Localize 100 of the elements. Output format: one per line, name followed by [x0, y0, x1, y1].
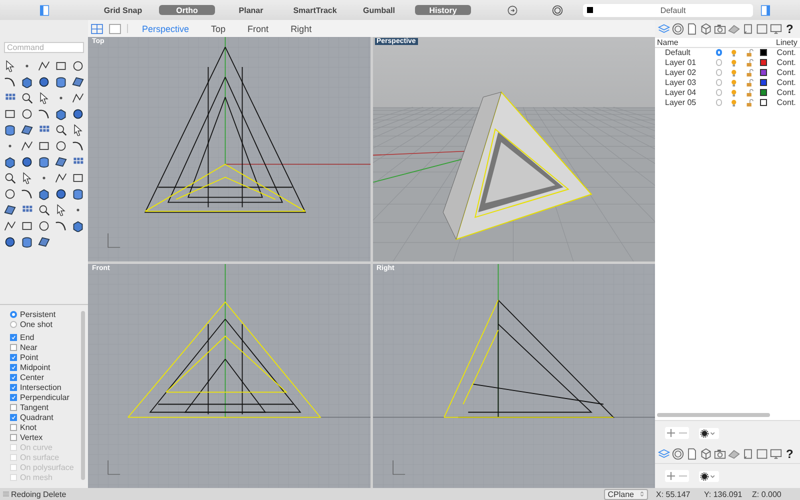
snap-mode-radio[interactable]: Persistent [10, 309, 81, 319]
gear-menu-icon[interactable] [699, 428, 719, 439]
layer-name[interactable]: Default [655, 48, 708, 58]
surface-icon[interactable] [4, 204, 16, 216]
polyline-icon[interactable] [72, 92, 84, 104]
four-viewports-icon[interactable] [91, 24, 103, 34]
single-viewport-icon[interactable] [109, 24, 121, 34]
document-icon[interactable] [686, 22, 698, 35]
current-layer-radio[interactable] [716, 69, 722, 76]
padlock-icon[interactable] [746, 88, 754, 97]
checkbox[interactable] [10, 344, 17, 350]
layers-icon[interactable] [658, 448, 670, 460]
layer-name[interactable]: Layer 02 [655, 68, 708, 78]
layer-color-swatch[interactable] [760, 59, 767, 66]
checkbox[interactable] [10, 404, 17, 410]
light-bulb-icon[interactable] [730, 58, 738, 67]
cplane-dropdown[interactable]: CPlane [604, 488, 648, 500]
checkbox[interactable] [10, 364, 17, 370]
checkbox[interactable] [10, 414, 17, 420]
light-bulb-icon[interactable] [730, 48, 738, 57]
light-bulb-icon[interactable] [730, 68, 738, 77]
circle-icon[interactable] [4, 188, 16, 200]
circle-icon[interactable] [72, 60, 84, 72]
square-icon[interactable] [756, 22, 768, 35]
sphere-icon[interactable] [4, 236, 16, 248]
pointer-icon[interactable] [21, 172, 33, 184]
padlock-icon[interactable] [746, 48, 754, 57]
box-icon[interactable] [72, 220, 84, 232]
monitor-icon[interactable] [770, 22, 782, 35]
rectangle-icon[interactable] [38, 140, 50, 152]
current-layer-radio[interactable] [716, 59, 722, 66]
column-header[interactable]: Linety [776, 38, 800, 47]
command-field[interactable]: Command [4, 42, 84, 53]
checkbox[interactable] [10, 384, 17, 390]
layer-color-swatch[interactable] [760, 79, 767, 86]
document-icon[interactable] [686, 448, 698, 460]
polyline-icon[interactable] [38, 60, 50, 72]
padlock-icon[interactable] [746, 58, 754, 67]
box-icon[interactable] [4, 156, 16, 168]
cube-icon[interactable] [700, 448, 712, 460]
linetype-label[interactable]: Cont. [776, 68, 800, 78]
curve-icon[interactable] [55, 220, 67, 232]
checkbox[interactable] [10, 334, 17, 340]
gear-menu-icon[interactable] [699, 470, 719, 482]
concentric-circles-icon[interactable] [672, 448, 684, 460]
circle-icon[interactable] [55, 140, 67, 152]
viewport-tab[interactable]: Right [282, 24, 320, 34]
surface-icon[interactable] [38, 236, 50, 248]
texture-icon[interactable] [728, 448, 740, 460]
curve-icon[interactable] [38, 108, 50, 120]
polyline-icon[interactable] [21, 140, 33, 152]
linetype-label[interactable]: Cont. [776, 98, 800, 108]
monitor-icon[interactable] [770, 448, 782, 460]
rectangle-icon[interactable] [21, 220, 33, 232]
checkbox[interactable] [10, 394, 17, 400]
checkbox[interactable] [10, 354, 17, 360]
surface-icon[interactable] [72, 76, 84, 88]
current-layer-radio[interactable] [716, 79, 722, 86]
circle-icon[interactable] [21, 108, 33, 120]
toolbar-toggle[interactable]: Planar [223, 5, 279, 15]
up-down-arrows-icon[interactable] [640, 491, 644, 497]
sphere-icon[interactable] [72, 108, 84, 120]
layer-name[interactable]: Layer 05 [655, 98, 708, 108]
polyline-icon[interactable] [55, 172, 67, 184]
curve-icon[interactable] [21, 188, 33, 200]
scrollbar[interactable] [657, 413, 770, 418]
sphere-icon[interactable] [55, 188, 67, 200]
circle-target-icon[interactable] [552, 4, 563, 16]
pointer-icon[interactable] [38, 92, 50, 104]
radio-button[interactable] [10, 310, 17, 318]
sidebar-toggle-icon[interactable] [40, 4, 49, 16]
layer-color-swatch[interactable] [760, 49, 767, 56]
sphere-icon[interactable] [38, 76, 50, 88]
linetype-label[interactable]: Cont. [776, 48, 800, 58]
checkbox[interactable] [10, 374, 17, 380]
camera-icon[interactable] [714, 22, 726, 35]
rectangle-icon[interactable] [55, 60, 67, 72]
cylinder-icon[interactable] [21, 236, 33, 248]
pointer-icon[interactable] [55, 204, 67, 216]
viewport-tab[interactable]: Top [203, 24, 234, 34]
circle-icon[interactable] [38, 220, 50, 232]
padlock-icon[interactable] [746, 68, 754, 77]
toolbar-toggle[interactable]: Grid Snap [95, 5, 151, 15]
plus-icon[interactable] [665, 427, 677, 440]
cylinder-icon[interactable] [38, 156, 50, 168]
rectangle-icon[interactable] [4, 108, 16, 120]
panel-toggle-icon[interactable] [761, 4, 770, 16]
current-layer-radio[interactable] [716, 49, 722, 56]
light-bulb-icon[interactable] [730, 98, 738, 107]
linetype-label[interactable]: Cont. [776, 88, 800, 98]
light-bulb-icon[interactable] [730, 88, 738, 97]
pointer-icon[interactable] [4, 60, 16, 72]
toolbar-toggle[interactable]: History [415, 5, 471, 15]
viewport-tab[interactable]: Front [240, 24, 277, 34]
page-icon[interactable] [742, 22, 754, 35]
radio-button[interactable] [10, 320, 17, 328]
padlock-icon[interactable] [746, 98, 754, 107]
toolbar-toggle[interactable]: Ortho [159, 5, 215, 15]
concentric-circles-icon[interactable] [672, 22, 684, 35]
curve-icon[interactable] [72, 140, 84, 152]
